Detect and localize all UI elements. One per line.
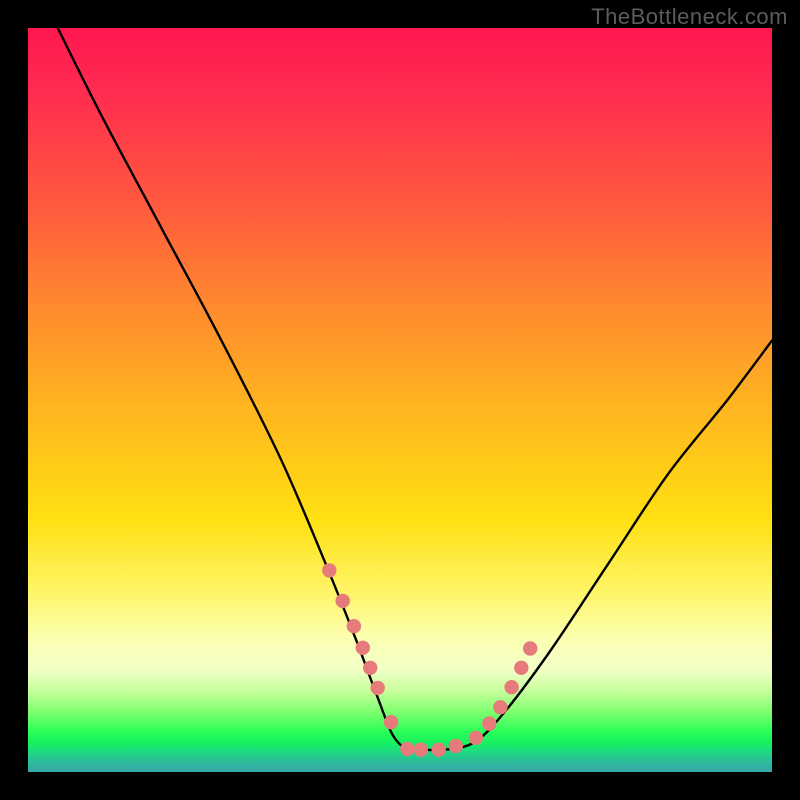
highlight-dot: [384, 715, 398, 729]
highlight-dot: [449, 739, 463, 753]
highlight-dot: [336, 594, 350, 608]
highlight-dot: [523, 641, 537, 655]
highlight-dot: [322, 563, 336, 577]
highlight-dot: [469, 731, 483, 745]
highlight-dot: [363, 661, 377, 675]
highlight-dot: [400, 742, 414, 756]
watermark-text: TheBottleneck.com: [591, 4, 788, 30]
plot-area: [28, 28, 772, 772]
highlight-dot: [356, 641, 370, 655]
curve-layer: [28, 28, 772, 772]
highlight-dot: [504, 680, 518, 694]
highlight-dot: [371, 681, 385, 695]
highlight-dot: [514, 661, 528, 675]
highlight-dot: [493, 700, 507, 714]
highlight-dot: [414, 743, 428, 757]
highlight-dot: [347, 619, 361, 633]
bottleneck-curve: [58, 28, 772, 751]
highlight-dot: [482, 716, 496, 730]
highlight-dots: [322, 563, 537, 757]
chart-stage: TheBottleneck.com: [0, 0, 800, 800]
highlight-dot: [432, 743, 446, 757]
